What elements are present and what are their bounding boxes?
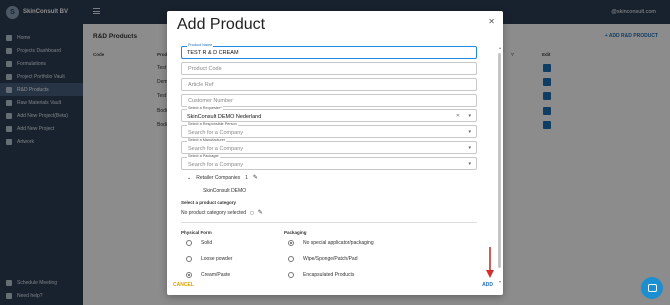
category-value: No product category selected — [181, 209, 247, 216]
product-name-value: TEST R & D CREAM — [187, 50, 239, 56]
close-icon[interactable]: ✕ — [488, 17, 495, 26]
divider — [181, 222, 477, 223]
pencil-icon[interactable]: ✎ — [253, 174, 258, 181]
radio-label: No special applicator/packaging — [303, 240, 374, 246]
responsible-person-placeholder: Search for a Company — [188, 130, 244, 136]
category-title: Select a product category — [181, 200, 237, 205]
requester-label: Select a Requester* — [187, 106, 223, 110]
radio-icon[interactable] — [186, 256, 192, 262]
chevron-down-icon[interactable]: ▾ — [468, 129, 471, 135]
retailer-label: Retailer Companies — [196, 174, 241, 181]
product-code-field[interactable]: Product Code — [181, 62, 477, 75]
scroll-down-icon[interactable]: ▾ — [499, 279, 501, 284]
manufacturer-placeholder: Search for a Company — [188, 146, 244, 152]
scrollbar-thumb[interactable] — [498, 53, 501, 268]
retailer-companies[interactable]: ⌄ Retailer Companies 1 ✎ — [187, 174, 258, 182]
add-button[interactable]: ADD — [482, 282, 493, 288]
radio-cream-paste[interactable]: Cream/Paste — [186, 272, 230, 278]
article-ref-placeholder: Article Ref — [188, 82, 214, 88]
physical-form-title: Physical Form — [181, 230, 212, 235]
packager-placeholder: Search for a Company — [188, 162, 244, 168]
radio-label: Solid — [201, 240, 213, 246]
manufacturer-select[interactable]: Select a Manufacturer Search for a Compa… — [181, 138, 477, 154]
radio-loose-powder[interactable]: Loose powder — [186, 256, 232, 262]
product-name-field[interactable]: Product Name TEST R & D CREAM — [181, 43, 477, 59]
radio-icon[interactable] — [288, 256, 294, 262]
packager-select[interactable]: Select a Packager Search for a Company ▾ — [181, 154, 477, 170]
radio-icon[interactable] — [186, 240, 192, 246]
manufacturer-label: Select a Manufacturer — [187, 138, 227, 142]
product-code-placeholder: Product Code — [188, 66, 222, 72]
packaging-title: Packaging — [284, 230, 307, 235]
chevron-down-icon[interactable]: ▾ — [468, 161, 471, 167]
pencil-icon[interactable]: ✎ — [258, 209, 263, 216]
chat-button[interactable] — [641, 277, 663, 299]
red-arrow-annotation — [486, 247, 494, 278]
product-name-label: Product Name — [187, 43, 214, 47]
radio-encapsulated[interactable]: Encapsulated Products — [288, 272, 354, 278]
radio-label: Encapsulated Products — [303, 272, 355, 278]
category-line: No product category selected ◻ ✎ — [181, 209, 263, 217]
customer-number-placeholder: Customer Number — [188, 98, 233, 104]
requester-value: SkinConsult DEMO Nederland — [187, 114, 262, 120]
chevron-down-icon[interactable]: ⌄ — [187, 175, 191, 181]
article-ref-field[interactable]: Article Ref — [181, 78, 477, 91]
chat-icon — [647, 284, 657, 292]
cancel-button[interactable]: CANCEL — [173, 282, 194, 288]
retailer-count: 1 — [245, 174, 248, 181]
clear-icon[interactable]: ✕ — [456, 113, 460, 119]
packager-label: Select a Packager — [187, 154, 220, 158]
requester-select[interactable]: Select a Requester* SkinConsult DEMO Ned… — [181, 106, 477, 122]
retailer-item: SkinConsult DEMO — [203, 188, 247, 194]
external-link-icon[interactable]: ◻ — [250, 210, 254, 216]
radio-icon[interactable] — [288, 272, 294, 278]
responsible-person-label: Select a Responsible Person — [187, 122, 238, 126]
customer-number-field[interactable]: Customer Number — [181, 94, 477, 107]
radio-solid[interactable]: Solid — [186, 240, 212, 246]
radio-wipe-sponge[interactable]: Wipe/Sponge/Patch/Pad — [288, 256, 357, 262]
chevron-down-icon[interactable]: ▾ — [468, 113, 471, 119]
responsible-person-select[interactable]: Select a Responsible Person Search for a… — [181, 122, 477, 138]
radio-icon[interactable] — [288, 240, 294, 246]
radio-no-special-applicator[interactable]: No special applicator/packaging — [288, 240, 374, 246]
add-product-dialog: Add Product ✕ Product Name TEST R & D CR… — [167, 11, 503, 295]
chevron-down-icon[interactable]: ▾ — [468, 145, 471, 151]
radio-label: Cream/Paste — [201, 272, 231, 278]
radio-label: Wipe/Sponge/Patch/Pad — [303, 256, 358, 262]
scrollbar[interactable] — [498, 49, 501, 279]
dialog-title: Add Product — [177, 16, 266, 33]
radio-icon[interactable] — [186, 272, 192, 278]
radio-label: Loose powder — [201, 256, 233, 262]
